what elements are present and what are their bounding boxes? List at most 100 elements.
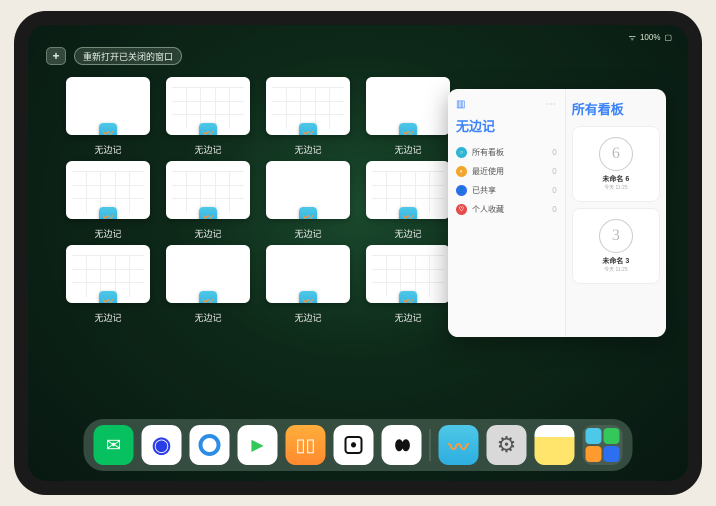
- dock-app-quark[interactable]: [190, 425, 230, 465]
- window-grid: 无边记无边记无边记无边记无边记无边记无边记无边记无边记无边记无边记无边记: [64, 77, 452, 407]
- window-thumb[interactable]: 无边记: [64, 245, 152, 325]
- board-subtitle: 今天 11:25: [604, 184, 628, 191]
- top-controls: + 重新打开已关闭的窗口: [46, 47, 182, 65]
- window-preview: [166, 161, 250, 219]
- freeform-app-icon: [299, 291, 317, 303]
- freeform-sidebar: ▥ ⋯ 无边记 ○ 所有看板 0 ◐ 最近使用 0 👤 已共享 0 ♡ 个人收藏 0: [448, 89, 566, 337]
- battery-text: 100%: [640, 33, 660, 42]
- freeform-app-icon: [199, 207, 217, 219]
- sidebar-item-count: 0: [552, 167, 556, 176]
- window-label: 无边记: [294, 143, 321, 156]
- window-preview: [66, 161, 150, 219]
- window-preview: [66, 77, 150, 135]
- dock-app-library[interactable]: [583, 425, 623, 465]
- screen: ᯤ 100% ▢ + 重新打开已关闭的窗口 无边记无边记无边记无边记无边记无边记…: [28, 25, 688, 481]
- window-thumb[interactable]: 无边记: [64, 77, 152, 157]
- window-preview: [166, 245, 250, 303]
- sidebar-title: 无边记: [456, 116, 557, 135]
- dock-app-wechat[interactable]: ✉: [94, 425, 134, 465]
- freeform-app-icon: [99, 207, 117, 219]
- freeform-window[interactable]: ▥ ⋯ 无边记 ○ 所有看板 0 ◐ 最近使用 0 👤 已共享 0 ♡ 个人收藏 0 所有看板 6 未命…: [448, 89, 666, 337]
- window-thumb[interactable]: 无边记: [164, 245, 252, 325]
- freeform-app-icon: [399, 291, 417, 303]
- sidebar-item-icon: ○: [456, 147, 467, 158]
- board-subtitle: 今天 11:25: [604, 266, 628, 273]
- window-label: 无边记: [394, 227, 421, 240]
- window-label: 无边记: [194, 227, 221, 240]
- window-label: 无边记: [394, 311, 421, 324]
- dock-app-dice[interactable]: •: [334, 425, 374, 465]
- window-thumb[interactable]: 无边记: [164, 161, 252, 241]
- window-label: 无边记: [394, 143, 421, 156]
- window-thumb[interactable]: 无边记: [264, 161, 352, 241]
- dock-app-quark-hd[interactable]: ◉: [142, 425, 182, 465]
- sidebar-item-label: 所有看板: [472, 147, 504, 158]
- sidebar-item-label: 已共享: [472, 185, 496, 196]
- wifi-icon: ᯤ: [629, 32, 636, 43]
- window-preview: [266, 77, 350, 135]
- window-label: 无边记: [294, 227, 321, 240]
- window-thumb[interactable]: 无边记: [364, 161, 452, 241]
- dock-app-settings[interactable]: ⚙: [487, 425, 527, 465]
- window-label: 无边记: [94, 227, 121, 240]
- more-icon[interactable]: ⋯: [546, 99, 557, 110]
- board-card[interactable]: 6 未命名 6今天 11:25: [572, 126, 660, 202]
- board-name: 未命名 6: [602, 174, 629, 184]
- sidebar-item[interactable]: ♡ 个人收藏 0: [456, 200, 557, 219]
- window-preview: [266, 161, 350, 219]
- freeform-app-icon: [399, 123, 417, 135]
- freeform-main: 所有看板 6未命名 6今天 11:253未命名 3今天 11:25: [566, 89, 666, 337]
- sidebar-item[interactable]: ◐ 最近使用 0: [456, 162, 557, 181]
- board-card[interactable]: 3 未命名 3今天 11:25: [572, 208, 660, 284]
- sidebar-item-icon: 👤: [456, 185, 467, 196]
- sidebar-item-count: 0: [552, 186, 556, 195]
- window-preview: [166, 77, 250, 135]
- dock: ✉◉ ▶▯▯•⬮⬮ 〰⚙: [84, 419, 633, 471]
- window-label: 无边记: [194, 143, 221, 156]
- freeform-app-icon: [299, 207, 317, 219]
- window-thumb[interactable]: 无边记: [164, 77, 252, 157]
- window-thumb[interactable]: 无边记: [64, 161, 152, 241]
- window-thumb[interactable]: 无边记: [264, 77, 352, 157]
- freeform-app-icon: [99, 123, 117, 135]
- board-sketch: 3: [599, 219, 633, 253]
- window-label: 无边记: [294, 311, 321, 324]
- dock-app-books[interactable]: ▯▯: [286, 425, 326, 465]
- battery-icon: ▢: [664, 33, 672, 42]
- window-thumb[interactable]: 无边记: [364, 245, 452, 325]
- window-label: 无边记: [194, 311, 221, 324]
- window-preview: [66, 245, 150, 303]
- freeform-app-icon: [399, 207, 417, 219]
- freeform-app-icon: [99, 291, 117, 303]
- sidebar-item-icon: ♡: [456, 204, 467, 215]
- window-preview: [366, 161, 450, 219]
- dock-app-notes[interactable]: [535, 425, 575, 465]
- dock-app-dots[interactable]: ⬮⬮: [382, 425, 422, 465]
- sidebar-item-label: 最近使用: [472, 166, 504, 177]
- sidebar-item-count: 0: [552, 205, 556, 214]
- window-label: 无边记: [94, 311, 121, 324]
- window-label: 无边记: [94, 143, 121, 156]
- freeform-app-icon: [199, 123, 217, 135]
- window-preview: [366, 245, 450, 303]
- freeform-app-icon: [199, 291, 217, 303]
- status-bar: ᯤ 100% ▢: [28, 29, 688, 45]
- window-preview: [366, 77, 450, 135]
- board-sketch: 6: [599, 137, 633, 171]
- dock-app-play[interactable]: ▶: [238, 425, 278, 465]
- sidebar-item[interactable]: 👤 已共享 0: [456, 181, 557, 200]
- sidebar-toggle-icon[interactable]: ▥: [456, 99, 465, 110]
- sidebar-item-label: 个人收藏: [472, 204, 504, 215]
- board-name: 未命名 3: [602, 256, 629, 266]
- freeform-app-icon: [299, 123, 317, 135]
- window-preview: [266, 245, 350, 303]
- sidebar-item-icon: ◐: [456, 166, 467, 177]
- window-thumb[interactable]: 无边记: [364, 77, 452, 157]
- add-window-button[interactable]: +: [46, 47, 66, 65]
- dock-app-freeform[interactable]: 〰: [439, 425, 479, 465]
- sidebar-item[interactable]: ○ 所有看板 0: [456, 143, 557, 162]
- sidebar-item-count: 0: [552, 148, 556, 157]
- window-thumb[interactable]: 无边记: [264, 245, 352, 325]
- main-title: 所有看板: [572, 99, 660, 118]
- reopen-closed-window-button[interactable]: 重新打开已关闭的窗口: [74, 47, 182, 65]
